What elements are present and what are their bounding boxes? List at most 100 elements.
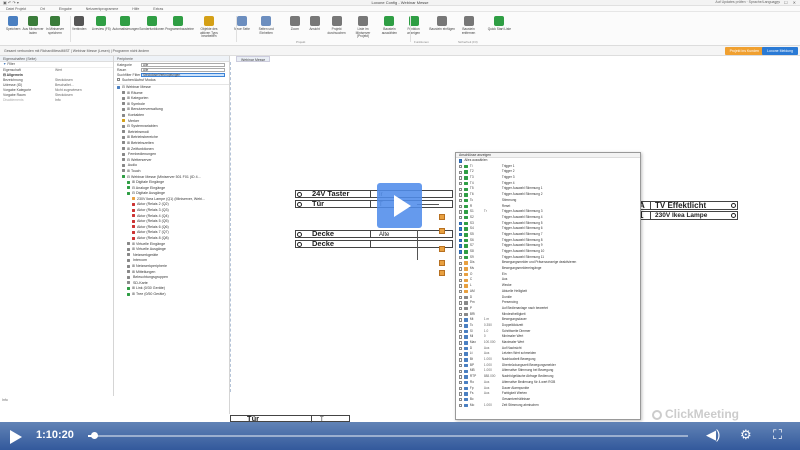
- connection-checkbox[interactable]: [459, 198, 463, 203]
- ribbon-button[interactable]: Quick Start Liste: [488, 14, 511, 42]
- block-decke-2[interactable]: Decke: [295, 240, 453, 248]
- ribbon-button[interactable]: Verbinden: [68, 14, 90, 42]
- block-port[interactable]: [731, 203, 736, 208]
- tree-filter-select[interactable]: Alle: [141, 62, 225, 67]
- block-output-terminal[interactable]: [439, 260, 445, 266]
- block-output-terminal[interactable]: [439, 246, 445, 252]
- menu-item[interactable]: Extras: [153, 7, 163, 11]
- connection-checkbox[interactable]: [459, 341, 463, 345]
- connection-checkbox[interactable]: [459, 238, 463, 243]
- connection-option-row[interactable]: Mo 1.000 Zeit Stimmung abmischen: [456, 403, 640, 409]
- block-output-terminal[interactable]: [439, 228, 445, 234]
- connection-checkbox[interactable]: [459, 204, 463, 209]
- connection-checkbox[interactable]: [459, 255, 463, 260]
- connection-checkbox[interactable]: [459, 386, 463, 391]
- video-progress-knob[interactable]: [91, 432, 98, 439]
- block-tv-effektlicht[interactable]: A TV Effektlicht: [634, 201, 738, 210]
- play-overlay-button[interactable]: [377, 183, 422, 228]
- menu-item[interactable]: Datei Projekt: [6, 7, 26, 11]
- connection-checkbox[interactable]: [459, 221, 463, 226]
- connection-checkbox[interactable]: [459, 358, 463, 362]
- connection-checkbox[interactable]: [459, 250, 463, 254]
- fullscreen-icon[interactable]: ⛶: [773, 428, 782, 442]
- block-230v-ikea-lampe[interactable]: 1 230V Ikea Lampe: [634, 211, 738, 220]
- connection-checkbox[interactable]: [459, 380, 463, 385]
- window-controls[interactable]: — ☐ ✕: [775, 0, 798, 5]
- tree-filter-select[interactable]: Alle: [141, 67, 225, 72]
- block-port[interactable]: [297, 192, 302, 197]
- tree-item[interactable]: ⊞ Tree (0/50 Geräte): [114, 292, 229, 298]
- connection-checkbox[interactable]: [459, 375, 463, 379]
- connection-checkbox[interactable]: [459, 216, 463, 220]
- connection-checkbox[interactable]: [459, 278, 463, 282]
- play-icon[interactable]: [10, 430, 22, 444]
- block-decke-1[interactable]: Decke Alte: [295, 230, 453, 238]
- connection-checkbox[interactable]: [459, 312, 463, 317]
- property-row[interactable]: Disablements Info: [0, 98, 113, 103]
- block-port[interactable]: [297, 242, 302, 247]
- connection-checkbox[interactable]: [459, 398, 463, 402]
- connection-checkbox[interactable]: [459, 318, 463, 322]
- connection-checkbox[interactable]: [459, 284, 463, 288]
- ribbon-button[interactable]: Automatisierungen: [112, 14, 139, 42]
- ribbon-button[interactable]: Sonderfunktionen: [139, 14, 164, 42]
- connection-checkbox[interactable]: [459, 403, 463, 408]
- search-mode-toggle[interactable]: Suchen/Aufruf Modus: [114, 77, 229, 82]
- video-progress-track[interactable]: [88, 432, 688, 439]
- tree-filter-select[interactable]: Steckdose/Verknüpfungen: [141, 72, 225, 77]
- ribbon-button[interactable]: In Miniserver speichern: [44, 14, 66, 42]
- connection-checkbox[interactable]: [459, 244, 463, 248]
- connection-checkbox[interactable]: [459, 193, 463, 197]
- menu-item[interactable]: Hilfe: [132, 7, 139, 11]
- search-mode-checkbox[interactable]: [117, 78, 120, 81]
- connection-checkbox[interactable]: [459, 267, 463, 271]
- connection-checkbox[interactable]: [459, 261, 463, 265]
- connection-checkbox[interactable]: [459, 176, 463, 180]
- connection-checkbox[interactable]: [459, 233, 463, 237]
- ribbon-button[interactable]: Projekt durchsuchen: [326, 14, 348, 42]
- connection-checkbox[interactable]: [459, 227, 463, 231]
- ribbon-button[interactable]: Baustein auswählen: [378, 14, 400, 42]
- connection-checkbox[interactable]: [459, 210, 463, 214]
- connection-checkbox[interactable]: [459, 369, 463, 373]
- gear-icon[interactable]: ⚙: [740, 428, 752, 442]
- connection-checkbox[interactable]: [459, 329, 463, 334]
- connection-checkbox[interactable]: [459, 392, 463, 396]
- block-24v-taster[interactable]: 24V Taster Ir: [295, 190, 453, 198]
- ribbon-button[interactable]: Funktion anzeigen: [403, 14, 425, 42]
- ribbon-button[interactable]: Baustein einfügen: [429, 14, 455, 42]
- connection-checkbox[interactable]: [459, 301, 463, 305]
- ribbon-button[interactable]: Baustein entfernen: [458, 14, 480, 42]
- ribbon-button[interactable]: Neue Seite: [231, 14, 253, 42]
- volume-icon[interactable]: ◀): [706, 428, 720, 442]
- block-port[interactable]: [297, 232, 302, 237]
- connection-checkbox[interactable]: [459, 363, 463, 368]
- ribbon-button[interactable]: Aus Miniserver laden: [22, 14, 44, 42]
- ribbon-button[interactable]: Liste im Miniserver (Projekt): [352, 14, 374, 42]
- block-port[interactable]: [731, 213, 736, 218]
- connection-checkbox[interactable]: [459, 289, 463, 294]
- block-tuer-bottom[interactable]: Tür T: [230, 415, 350, 423]
- ribbon-button[interactable]: Seiten und Einheiten: [255, 14, 277, 42]
- connection-checkbox[interactable]: [459, 272, 463, 277]
- connection-checkbox[interactable]: [459, 346, 463, 351]
- connection-checkbox[interactable]: [459, 170, 463, 174]
- block-port[interactable]: [297, 202, 302, 207]
- block-output-terminal[interactable]: [439, 270, 445, 276]
- connection-checkbox[interactable]: [459, 324, 463, 328]
- ribbon-button[interactable]: Objekte des aktiven Typs bearbeiten: [198, 14, 220, 42]
- connection-checkbox[interactable]: [459, 352, 463, 356]
- connection-checkbox[interactable]: [459, 295, 463, 300]
- select-all-checkbox[interactable]: [459, 159, 463, 163]
- ribbon-button[interactable]: Programmbausteine: [165, 14, 194, 42]
- connection-checkbox[interactable]: [459, 164, 463, 169]
- project-customer-button[interactable]: Projekt ins Kunden: [724, 47, 764, 55]
- connections-dropdown[interactable]: Anschlüsse anzeigen Alles auswählen Ti Tr…: [455, 152, 641, 420]
- update-check-link[interactable]: Auf Updates prüfen · Sprache/Languages: [715, 0, 780, 4]
- connection-checkbox[interactable]: [459, 335, 463, 339]
- connection-checkbox[interactable]: [459, 181, 463, 186]
- tab-webinar-messe[interactable]: Webinar Messe: [236, 56, 271, 62]
- menu-item[interactable]: Ort: [40, 7, 45, 11]
- connection-checkbox[interactable]: [459, 307, 463, 311]
- loxone-message-button[interactable]: Loxone Meldung: [762, 47, 798, 55]
